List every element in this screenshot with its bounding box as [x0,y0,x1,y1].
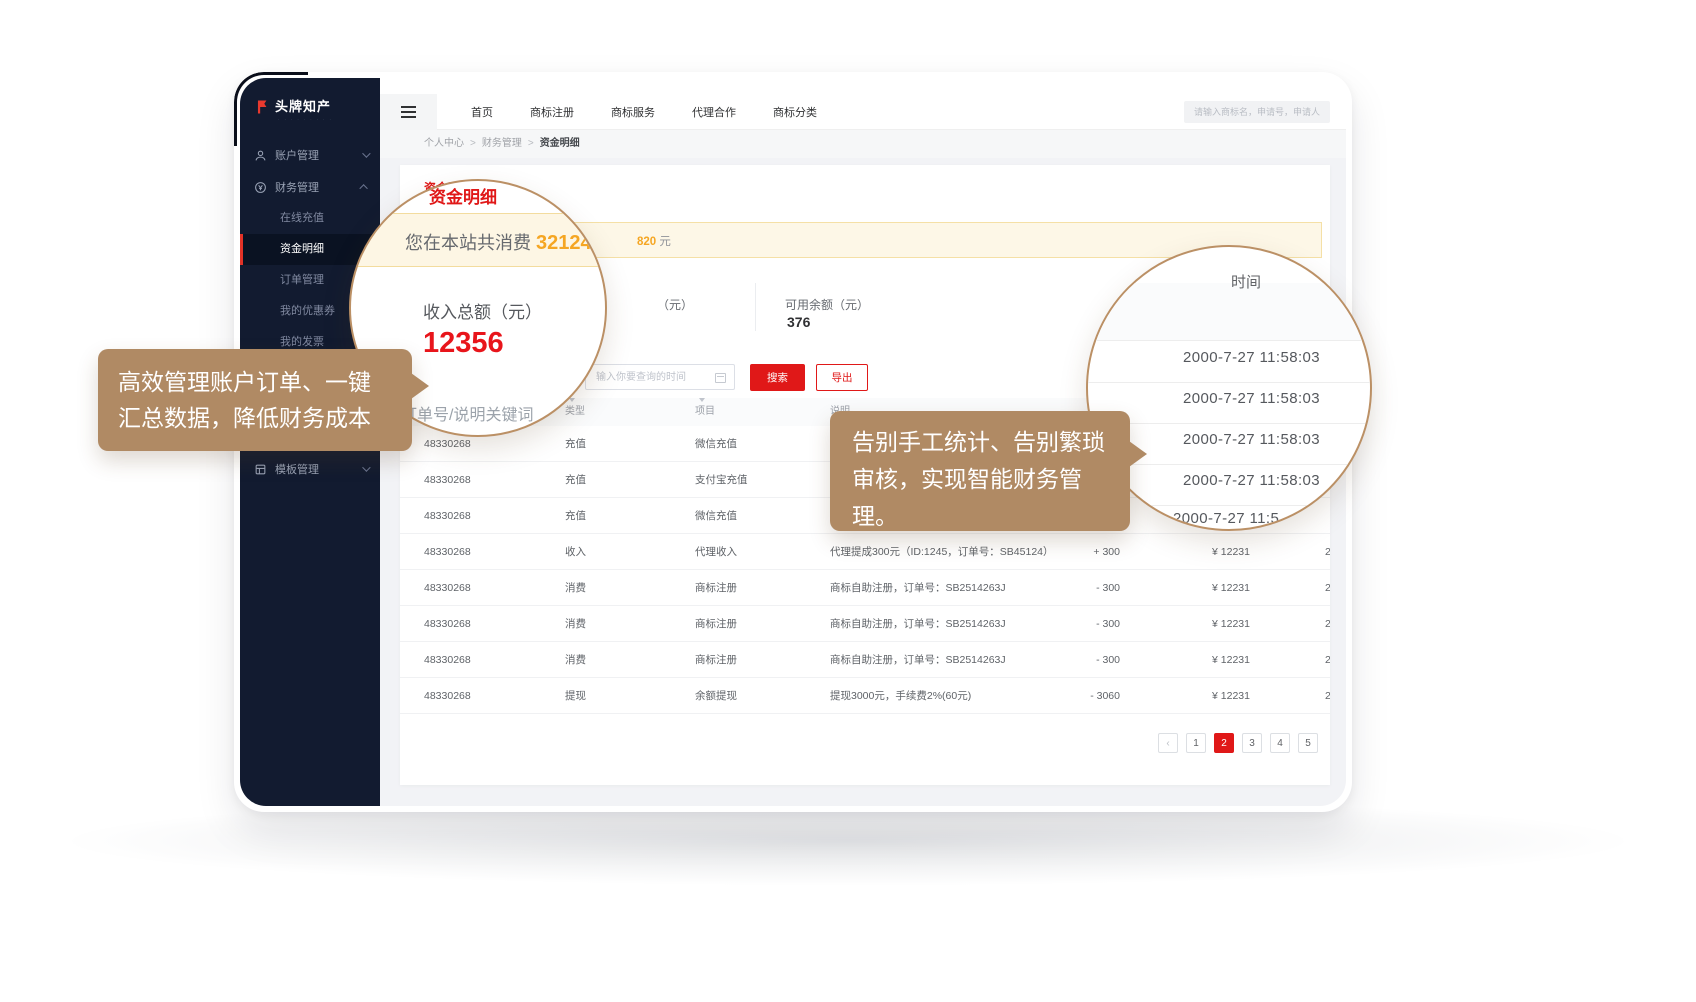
magnified-banner: 您在本站共消费 32124 [349,213,607,267]
caret-down-icon [569,398,575,402]
caret-down-icon [699,398,705,402]
available-balance-value: 376 [787,314,810,330]
expense-total-label: （元） [657,296,693,313]
nav-trademark-register[interactable]: 商标注册 [530,104,574,120]
banner-unit: 元 [656,236,671,248]
search-button[interactable]: 搜索 [750,364,805,391]
callout-left: 高效管理账户订单、一键汇总数据，降低财务成本 [98,349,412,451]
magnified-time-cell: 2000-7-27 11:58:03 [1183,349,1320,366]
magnified-banner-amount: 32124 [536,232,592,254]
hamburger-button[interactable] [380,94,437,130]
sidebar-item-finance[interactable]: 财务管理 [240,171,380,203]
date-query-field [585,364,735,390]
breadcrumb-fund-detail: 资金明细 [540,138,580,149]
finance-icon [254,181,267,194]
pagination: ‹ 1 2 3 4 5 [1158,733,1318,753]
calendar-icon [715,373,726,383]
global-search [1184,101,1330,123]
nav-home[interactable]: 首页 [471,104,493,120]
brand-logo-icon [256,99,269,112]
brand-tagline: · · · · · · · · · [240,117,380,125]
page-5-button[interactable]: 5 [1298,733,1318,753]
export-button[interactable]: 导出 [816,364,868,391]
breadcrumb-personal-center[interactable]: 个人中心 [424,138,464,149]
prev-page-button[interactable]: ‹ [1158,733,1178,753]
magnified-time-cell-partial: 2000-7-27 11:5 [1173,510,1279,527]
date-query-input[interactable] [586,365,734,389]
table-row: 48330268提现余额提现提现3000元，手续费2%(60元)- 3060¥ … [400,678,1330,714]
sidebar-item-account[interactable]: 账户管理 [240,139,380,171]
callout-right: 告别手工统计、告别繁琐审核，实现智能财务管理。 [830,411,1130,531]
page-2-button[interactable]: 2 [1214,733,1234,753]
nav-trademark-category[interactable]: 商标分类 [773,104,817,120]
breadcrumb-finance[interactable]: 财务管理 [482,138,522,149]
magnified-order-header: 订单号/说明关键词 [401,401,533,425]
magnified-time-header: 时间 [1231,271,1261,292]
user-icon [254,149,267,162]
global-search-input[interactable] [1184,101,1330,123]
nav-trademark-service[interactable]: 商标服务 [611,104,655,120]
magnified-time-cell: 2000-7-27 11:58:03 [1183,472,1320,489]
brand-logo: 头牌知产 [240,78,380,117]
page-4-button[interactable]: 4 [1270,733,1290,753]
page-1-button[interactable]: 1 [1186,733,1206,753]
chevron-down-icon [362,149,370,157]
nav-agent-cooperation[interactable]: 代理合作 [692,104,736,120]
hamburger-icon [401,106,416,118]
magnified-time-cell: 2000-7-27 11:58:03 [1183,390,1320,407]
magnified-banner-prefix: 您在本站共消费 [405,233,536,253]
top-navbar: 首页 商标注册 商标服务 代理合作 商标分类 [380,94,1346,130]
brand-name: 头牌知产 [275,96,331,115]
page-3-button[interactable]: 3 [1242,733,1262,753]
table-row: 48330268消费商标注册商标自助注册，订单号：SB2514263J- 300… [400,570,1330,606]
template-icon [254,463,267,476]
page: 头牌知产 · · · · · · · · · 账户管理 财务管理 [0,0,1696,1002]
magnified-income-value: 12356 [423,327,504,360]
table-row: 48330268消费商标注册商标自助注册，订单号：SB2514263J- 300… [400,642,1330,678]
breadcrumb: 个人中心>财务管理>资金明细 [380,130,1346,158]
available-balance-label: 可用余额（元） [785,296,869,313]
magnified-time-header-bg [1088,283,1370,341]
table-row: 48330268消费商标注册商标自助注册，订单号：SB2514263J- 300… [400,606,1330,642]
stats-divider [755,283,756,331]
sidebar-item-template[interactable]: 模板管理 [240,453,380,485]
table-row: 48330268收入代理收入代理提成300元（ID:1245，订单号：SB451… [400,534,1330,570]
nav-links: 首页 商标注册 商标服务 代理合作 商标分类 [471,104,817,120]
magnified-income-label: 收入总额（元） [423,298,542,323]
chevron-down-icon [362,463,370,471]
magnified-time-cell: 2000-7-27 11:58:03 [1183,431,1320,448]
banner-amount-tail: 820 [637,236,656,248]
